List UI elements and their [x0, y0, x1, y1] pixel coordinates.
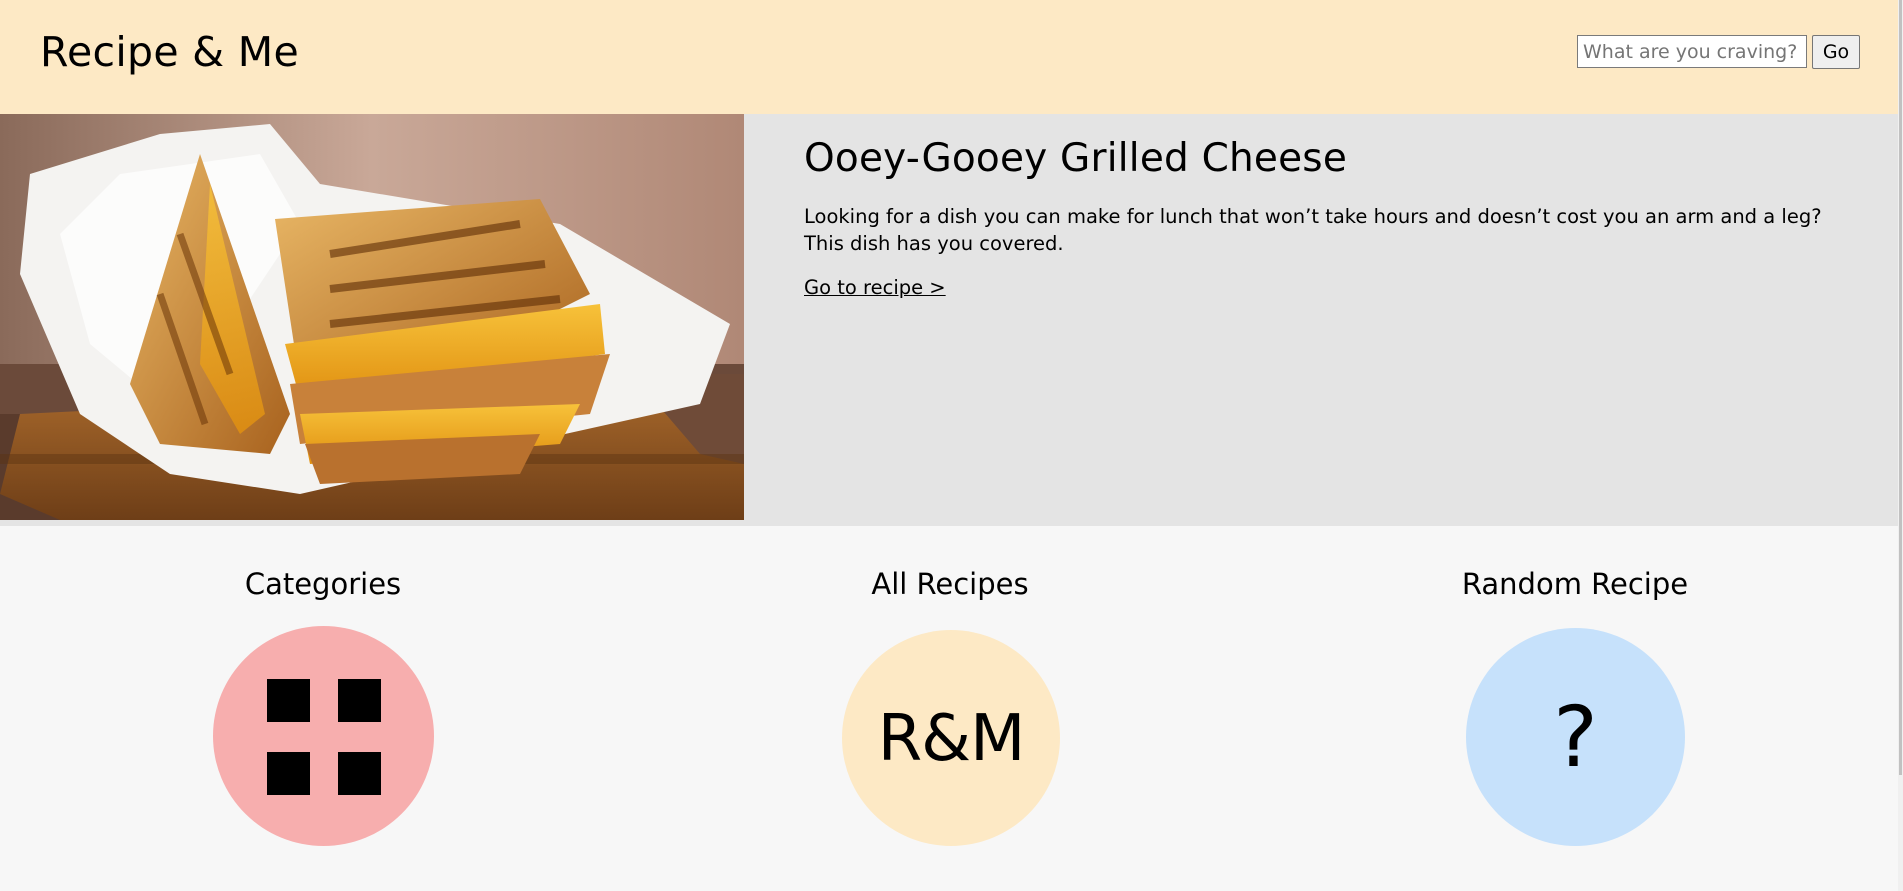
random-recipe-section: Random Recipe [1405, 564, 1745, 604]
recipe-title: Ooey-Gooey Grilled Cheese [804, 136, 1348, 181]
all-recipes-label[interactable]: All Recipes [780, 564, 1120, 604]
categories-button[interactable] [213, 626, 434, 846]
go-to-recipe-link[interactable]: Go to recipe > [804, 276, 946, 299]
categories-section: Categories [153, 564, 493, 604]
site-title[interactable]: Recipe & Me [40, 26, 299, 78]
site-header: Recipe & Me Go [0, 0, 1903, 114]
search-input[interactable] [1577, 35, 1807, 68]
recipe-description: Looking for a dish you can make for lunc… [804, 205, 1822, 255]
random-recipe-button[interactable]: ? [1466, 628, 1685, 846]
featured-recipe: Ooey-Gooey Grilled Cheese Looking for a … [0, 114, 1903, 526]
all-recipes-button[interactable]: R&M [842, 630, 1060, 846]
question-mark-icon: ? [1553, 688, 1598, 786]
scrollbar-thumb[interactable] [1899, 0, 1902, 775]
rm-logo-icon: R&M [877, 702, 1026, 776]
go-button[interactable]: Go [1812, 35, 1860, 69]
categories-label[interactable]: Categories [153, 564, 493, 604]
all-recipes-section: All Recipes [780, 564, 1120, 604]
grilled-cheese-image[interactable] [0, 114, 744, 520]
random-recipe-label[interactable]: Random Recipe [1405, 564, 1745, 604]
hero-text: Ooey-Gooey Grilled Cheese Looking for a … [804, 134, 1864, 299]
